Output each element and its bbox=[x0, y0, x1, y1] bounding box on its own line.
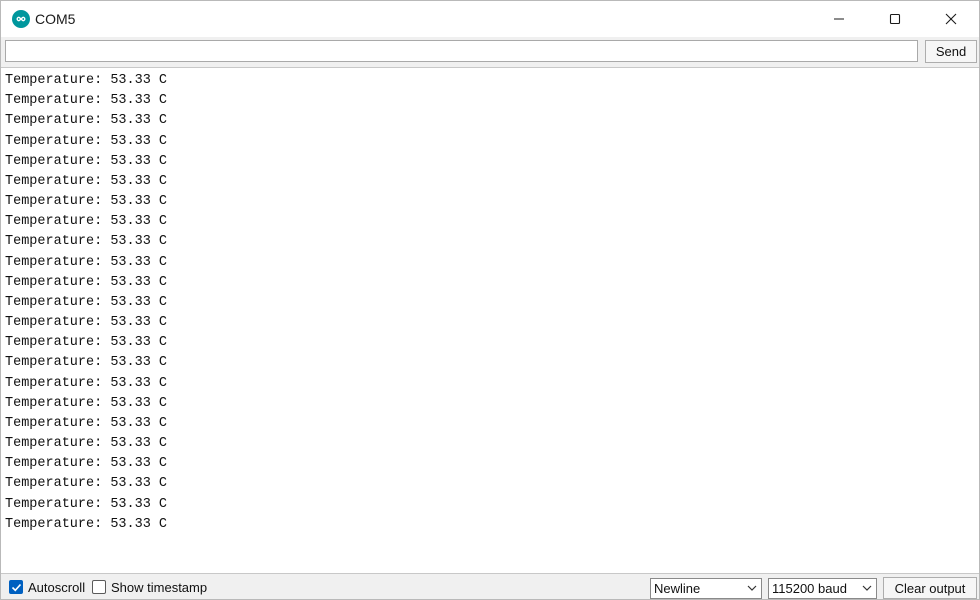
output-line: Temperature: 53.33 C bbox=[5, 153, 168, 169]
serial-output-area[interactable]: Temperature: 53.33 C Temperature: 53.33 C… bbox=[1, 68, 979, 572]
output-line: Temperature: 53.33 C bbox=[5, 415, 168, 431]
maximize-icon bbox=[889, 13, 901, 25]
autoscroll-label: Autoscroll bbox=[28, 580, 86, 595]
output-line: Temperature: 53.33 C bbox=[5, 335, 168, 351]
output-line: Temperature: 53.33 C bbox=[5, 395, 168, 411]
output-line: Temperature: 53.33 C bbox=[5, 234, 168, 250]
output-line: Temperature: 53.33 C bbox=[5, 133, 168, 149]
minimize-button[interactable] bbox=[811, 1, 867, 37]
output-line: Temperature: 53.33 C bbox=[5, 315, 168, 331]
output-line: Temperature: 53.33 C bbox=[5, 375, 168, 391]
output-line: Temperature: 53.33 C bbox=[5, 476, 168, 492]
output-line: Temperature: 53.33 C bbox=[5, 73, 168, 88]
output-line: Temperature: 53.33 C bbox=[5, 456, 168, 472]
maximize-button[interactable] bbox=[867, 1, 923, 37]
serial-monitor-window: COM5 Send Temperature: 53.33 C Temperatur… bbox=[0, 0, 980, 600]
title-bar[interactable]: COM5 bbox=[1, 1, 979, 37]
send-button[interactable]: Send bbox=[925, 40, 977, 63]
show-timestamp-label: Show timestamp bbox=[111, 580, 208, 595]
output-line: Temperature: 53.33 C bbox=[5, 254, 168, 270]
output-line: Temperature: 53.33 C bbox=[5, 214, 168, 230]
window-title: COM5 bbox=[35, 11, 76, 27]
autoscroll-checkbox[interactable] bbox=[9, 580, 23, 594]
checkmark-icon bbox=[11, 583, 22, 592]
output-line: Temperature: 53.33 C bbox=[5, 93, 168, 109]
output-line: Temperature: 53.33 C bbox=[5, 436, 168, 452]
send-bar: Send bbox=[1, 37, 979, 68]
serial-input[interactable] bbox=[5, 40, 918, 62]
output-line: Temperature: 53.33 C bbox=[5, 516, 168, 532]
output-line: Temperature: 53.33 C bbox=[5, 113, 168, 129]
output-line: Temperature: 53.33 C bbox=[5, 355, 168, 371]
output-line: Temperature: 53.33 C bbox=[5, 194, 168, 210]
baud-rate-select[interactable]: 115200 baud bbox=[768, 578, 877, 599]
clear-output-button[interactable]: Clear output bbox=[883, 577, 977, 599]
line-ending-value: Newline bbox=[654, 581, 701, 596]
minimize-icon bbox=[834, 18, 844, 20]
output-line: Temperature: 53.33 C bbox=[5, 496, 168, 512]
output-line: Temperature: 53.33 C bbox=[5, 173, 168, 189]
chevron-down-icon bbox=[862, 585, 872, 591]
arduino-infinity-icon bbox=[12, 10, 30, 28]
show-timestamp-checkbox[interactable] bbox=[92, 580, 106, 594]
bottom-toolbar: Autoscroll Show timestamp Newline 115200… bbox=[1, 573, 979, 599]
line-ending-select[interactable]: Newline bbox=[650, 578, 762, 599]
close-button[interactable] bbox=[923, 1, 979, 37]
baud-rate-value: 115200 baud bbox=[772, 581, 847, 596]
output-line: Temperature: 53.33 C bbox=[5, 274, 168, 290]
chevron-down-icon bbox=[747, 585, 757, 591]
close-icon bbox=[945, 13, 957, 25]
output-line: Temperature: 53.33 C bbox=[5, 294, 168, 310]
